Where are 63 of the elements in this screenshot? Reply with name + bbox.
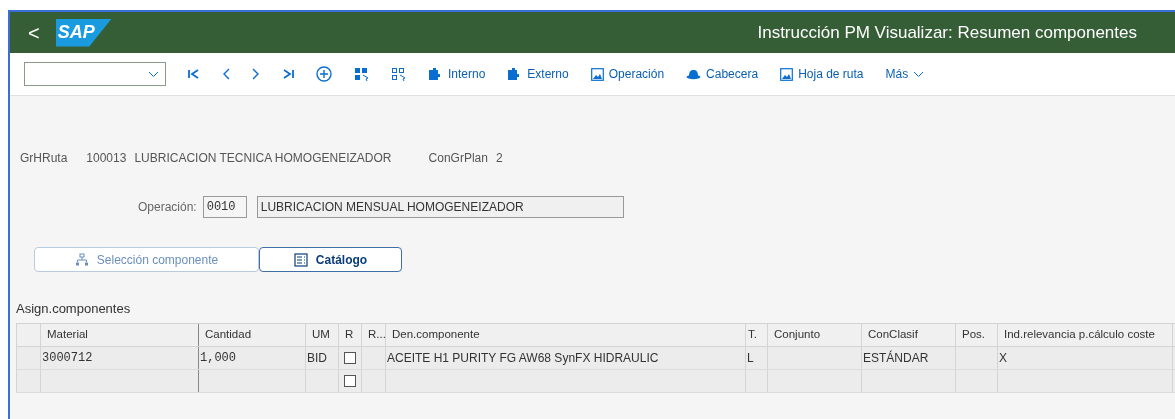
window-title: Instrucción PM Visualizar: Resumen componentes <box>757 21 1138 44</box>
toolbar-button[interactable]: Más <box>885 65 925 83</box>
table-cell-text: 3000712 <box>42 350 93 367</box>
table-cell-text: ACEITE H1 PURITY FG AW68 SynFX HIDRAULIC <box>387 350 659 367</box>
previous-icon <box>222 68 230 80</box>
first-page-icon <box>188 69 200 79</box>
table-cell-text: BID <box>307 350 327 367</box>
back-button[interactable]: < <box>28 22 40 43</box>
toolbar-button[interactable]: Hoja de ruta <box>780 65 864 83</box>
chevron-down-icon <box>148 70 159 78</box>
dropdown-field[interactable] <box>24 62 166 86</box>
checkbox[interactable] <box>344 352 356 364</box>
field-label: ConGrPlan <box>428 150 488 167</box>
column-header: ConClasif <box>862 324 956 346</box>
column-header: UM <box>306 324 339 346</box>
route-name: LUBRICACION TECNICA HOMOGENEIZADOR <box>134 150 392 167</box>
column-header: Pos. <box>956 324 998 346</box>
column-header: Ind.relevancia p.cálculo coste <box>998 324 1173 346</box>
table-cell-text: L <box>747 350 754 367</box>
column-header: Material <box>41 324 199 346</box>
chevron-down-icon <box>913 70 925 78</box>
next-icon <box>252 68 260 80</box>
table-title: Asign.componentes <box>15 300 132 317</box>
list-icon <box>293 252 308 267</box>
field-label: GrHRuta <box>20 150 68 167</box>
table-cell-text: X <box>999 350 1007 367</box>
checkbox[interactable] <box>344 375 356 387</box>
toolbar-icon-button[interactable] <box>391 66 406 82</box>
image-icon <box>780 67 794 81</box>
image-icon <box>590 67 604 81</box>
toolbar-icon-button[interactable] <box>354 66 369 82</box>
column-header: Conjunto <box>768 324 862 346</box>
tab[interactable]: Selección componente <box>34 247 259 272</box>
route-number: 100013 <box>86 150 127 167</box>
tab[interactable]: Catálogo <box>259 247 402 272</box>
table-cell: ESTÁNDAR <box>863 349 929 367</box>
column-header: R... <box>362 324 386 346</box>
table-cell-text: 1,000 <box>200 350 236 367</box>
add-icon <box>316 66 332 82</box>
toolbar-button[interactable]: Operación <box>590 65 665 83</box>
operation-number-field: 0010 <box>202 196 247 218</box>
column-header: Den.componente <box>386 324 746 346</box>
toolbar-button[interactable]: Externo <box>507 65 569 83</box>
sap-logo: SAP <box>55 18 112 47</box>
operation-description-field: LUBRICACION MENSUAL HOMOGENEIZADOR <box>256 196 624 218</box>
hierarchy-icon <box>74 252 89 267</box>
plan-value: 2 <box>495 150 503 167</box>
column-header: T. <box>746 324 768 346</box>
hat-icon <box>686 68 702 80</box>
puzzle-icon <box>428 67 443 81</box>
last-page-icon <box>282 69 294 79</box>
select-all-icon <box>354 66 369 82</box>
toolbar-icon-button[interactable] <box>282 69 294 79</box>
toolbar-icon-button[interactable] <box>252 68 260 80</box>
toolbar-icon-button[interactable] <box>188 69 200 79</box>
deselect-all-icon <box>391 66 406 82</box>
toolbar-icon-button[interactable] <box>316 66 332 82</box>
column-header: R <box>339 324 362 346</box>
field-label: Operación: <box>138 199 197 216</box>
toolbar-button[interactable]: Cabecera <box>686 65 759 83</box>
column-header: Cantidad <box>199 324 306 346</box>
toolbar-icon-button[interactable] <box>222 68 230 80</box>
toolbar-button[interactable]: Interno <box>428 65 486 83</box>
